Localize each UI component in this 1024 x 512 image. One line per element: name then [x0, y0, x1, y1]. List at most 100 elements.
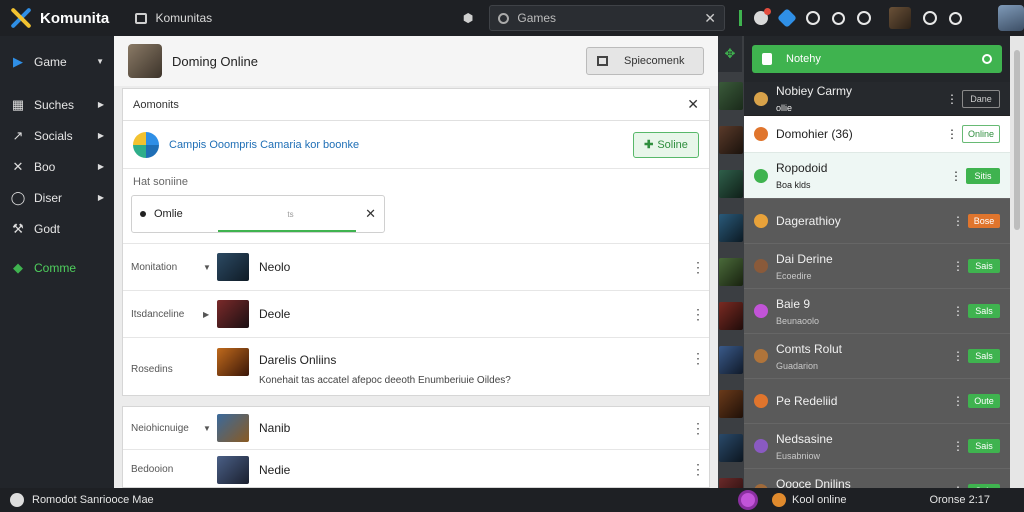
chevron-down-icon[interactable]: ▼: [203, 263, 217, 272]
friend-item[interactable]: Pe Redeliid ⋮ Oute: [744, 378, 1010, 423]
more-options-icon[interactable]: ⋮: [952, 439, 964, 453]
friend-item[interactable]: Domohier (36) ⋮ Online: [744, 116, 1010, 152]
friend-item[interactable]: Dai Derine Ecoedire ⋮ Sais: [744, 243, 1010, 288]
friend-avatar[interactable]: [889, 7, 911, 29]
phone-icon: [762, 53, 772, 65]
bottom-bar: Romodot Sanriooce Mae Kool online Oronse…: [0, 488, 1024, 512]
chevron-right-icon: ▶: [97, 131, 104, 140]
ring-icon[interactable]: [832, 11, 845, 25]
cross-swords-icon: ✕: [12, 158, 24, 174]
sidebar-item-boo[interactable]: ✕ Boo ▶: [0, 151, 114, 182]
sidebar-item-suches[interactable]: ▦ Suches ▶: [0, 89, 114, 120]
more-options-icon[interactable]: ⋮: [952, 259, 964, 273]
more-options-icon[interactable]: ⋮: [691, 420, 705, 437]
sidebar-item-diser[interactable]: ◯ Diser ▶: [0, 182, 114, 213]
friend-action-button[interactable]: Dane: [962, 89, 1000, 108]
friend-item[interactable]: Nobiey Carmy ollie ⋮ Dane: [744, 82, 1010, 116]
more-options-icon[interactable]: ⋮: [952, 394, 964, 408]
recent-game-thumbnail[interactable]: [719, 82, 743, 110]
status-filter-field[interactable]: Omlie ts ✕: [131, 195, 385, 233]
friend-item[interactable]: Dagerathioy ⋮ Bose: [744, 198, 1010, 243]
chevron-right-icon[interactable]: ▶: [203, 310, 217, 319]
more-options-icon[interactable]: ⋮: [691, 259, 705, 276]
more-options-icon[interactable]: ⋮: [691, 461, 705, 478]
friend-action-button[interactable]: Sais: [968, 259, 1000, 273]
recent-game-thumbnail[interactable]: [719, 214, 743, 242]
card-header: Aomonits ✕: [123, 89, 709, 121]
row-name: Nedie: [259, 462, 291, 477]
friend-action-button[interactable]: Online: [962, 125, 1000, 143]
more-options-icon[interactable]: ⋮: [952, 214, 964, 228]
expand-icon[interactable]: ✥: [718, 36, 742, 72]
friend-item[interactable]: Nedsasine Eusabniow ⋮ Sais: [744, 423, 1010, 468]
chat-icon[interactable]: [949, 11, 962, 25]
recent-game-thumbnail[interactable]: [719, 126, 743, 154]
app-logo[interactable]: Komunita: [0, 5, 125, 31]
more-options-icon[interactable]: ⋮: [952, 304, 964, 318]
friend-item[interactable]: Ropodoid Boa klds ⋮ Sitis: [744, 152, 1010, 198]
friends-search-button[interactable]: Notehy: [752, 45, 1002, 73]
shield-icon[interactable]: [777, 8, 797, 28]
hint-text: Hat soniine: [133, 176, 189, 188]
more-options-icon[interactable]: ⋮: [946, 92, 958, 106]
go-online-button[interactable]: ✚ Soline: [633, 131, 699, 158]
friend-action-button[interactable]: Sals: [968, 349, 1000, 363]
friend-item[interactable]: Comts Rolut Guadarion ⋮ Sals: [744, 333, 1010, 378]
more-options-icon[interactable]: ⋮: [691, 306, 705, 323]
more-options-icon[interactable]: ⋮: [952, 349, 964, 363]
scrollbar[interactable]: [1010, 36, 1024, 488]
notification-bell-icon[interactable]: [754, 8, 771, 25]
logo-x-icon: [8, 5, 34, 31]
chevron-down-icon[interactable]: ▼: [203, 424, 217, 433]
recent-game-thumbnail[interactable]: [719, 390, 743, 418]
friend-action-button[interactable]: Sitis: [966, 167, 1000, 184]
friend-game-icon: [754, 168, 768, 183]
chevron-right-icon: ▶: [97, 193, 104, 202]
sidebar-item-socials[interactable]: ↗ Socials ▶: [0, 120, 114, 151]
friend-item[interactable]: Baie 9 Beunaoolo ⋮ Sals: [744, 288, 1010, 333]
chevron-down-icon: ▼: [96, 57, 104, 66]
list-item[interactable]: Neiohicnuige ▼ Nanib ⋮: [123, 407, 709, 449]
search-input[interactable]: Games ✕: [489, 5, 725, 31]
globe-icon[interactable]: [923, 11, 937, 25]
spectate-button[interactable]: Spiecomenk: [586, 47, 704, 75]
play-triangle-icon: ▶: [13, 53, 23, 69]
promo-link[interactable]: Campis Ooompris Camaria kor boonke: [169, 139, 633, 151]
recent-game-thumbnail[interactable]: [719, 346, 743, 374]
purple-app-icon[interactable]: [738, 490, 758, 510]
recent-game-thumbnail[interactable]: [719, 258, 743, 286]
share-arrow-icon: ↗: [12, 127, 24, 143]
more-options-icon[interactable]: ⋮: [950, 169, 962, 183]
sidebar-item-label: Godt: [34, 221, 61, 236]
close-icon[interactable]: ✕: [687, 96, 699, 113]
scrollbar-thumb[interactable]: [1014, 50, 1020, 230]
sidebar-item-comme[interactable]: ◆ Comme: [0, 252, 114, 283]
more-options-icon[interactable]: ⋮: [946, 127, 958, 141]
settings-icon[interactable]: [857, 11, 871, 25]
friend-action-button[interactable]: Sals: [968, 304, 1000, 318]
friend-action-button[interactable]: Sais: [968, 439, 1000, 453]
recent-game-thumbnail[interactable]: [719, 170, 743, 198]
sidebar-item-game[interactable]: ▶ Game ▼: [0, 46, 114, 77]
circle-icon[interactable]: [806, 11, 820, 25]
clock-text: Oronse 2:17: [929, 494, 990, 506]
friend-action-button[interactable]: Bose: [968, 214, 1000, 228]
section-title[interactable]: Komunitas: [135, 11, 462, 25]
clear-search-icon[interactable]: ✕: [704, 10, 716, 27]
gem-icon[interactable]: ⬢: [463, 11, 473, 25]
row-description: Konehait tas accatel afepoc deeoth Enumb…: [259, 375, 511, 386]
clear-filter-icon[interactable]: ✕: [365, 206, 376, 222]
more-options-icon[interactable]: ⋮: [691, 350, 705, 367]
recent-game-thumbnail[interactable]: [719, 434, 743, 462]
friend-action-button[interactable]: Oute: [968, 394, 1000, 408]
list-item[interactable]: Rosedins Darelis Onliins Konehait tas ac…: [123, 337, 709, 401]
list-item[interactable]: Itsdanceline ▶ Deole ⋮: [123, 290, 709, 337]
list-item[interactable]: Monitation ▼ Neolo ⋮: [123, 243, 709, 290]
recent-game-thumbnail[interactable]: [719, 302, 743, 330]
sidebar-item-godt[interactable]: ⚒ Godt: [0, 213, 114, 244]
sidebar-item-label: Comme: [34, 260, 77, 275]
main-panel: Doming Online Spiecomenk Aomonits ✕ Camp…: [114, 36, 718, 488]
user-avatar[interactable]: [998, 5, 1024, 31]
list-item[interactable]: Bedooion Nedie ⋮: [123, 449, 709, 489]
friend-status: Boa klds: [776, 180, 811, 190]
